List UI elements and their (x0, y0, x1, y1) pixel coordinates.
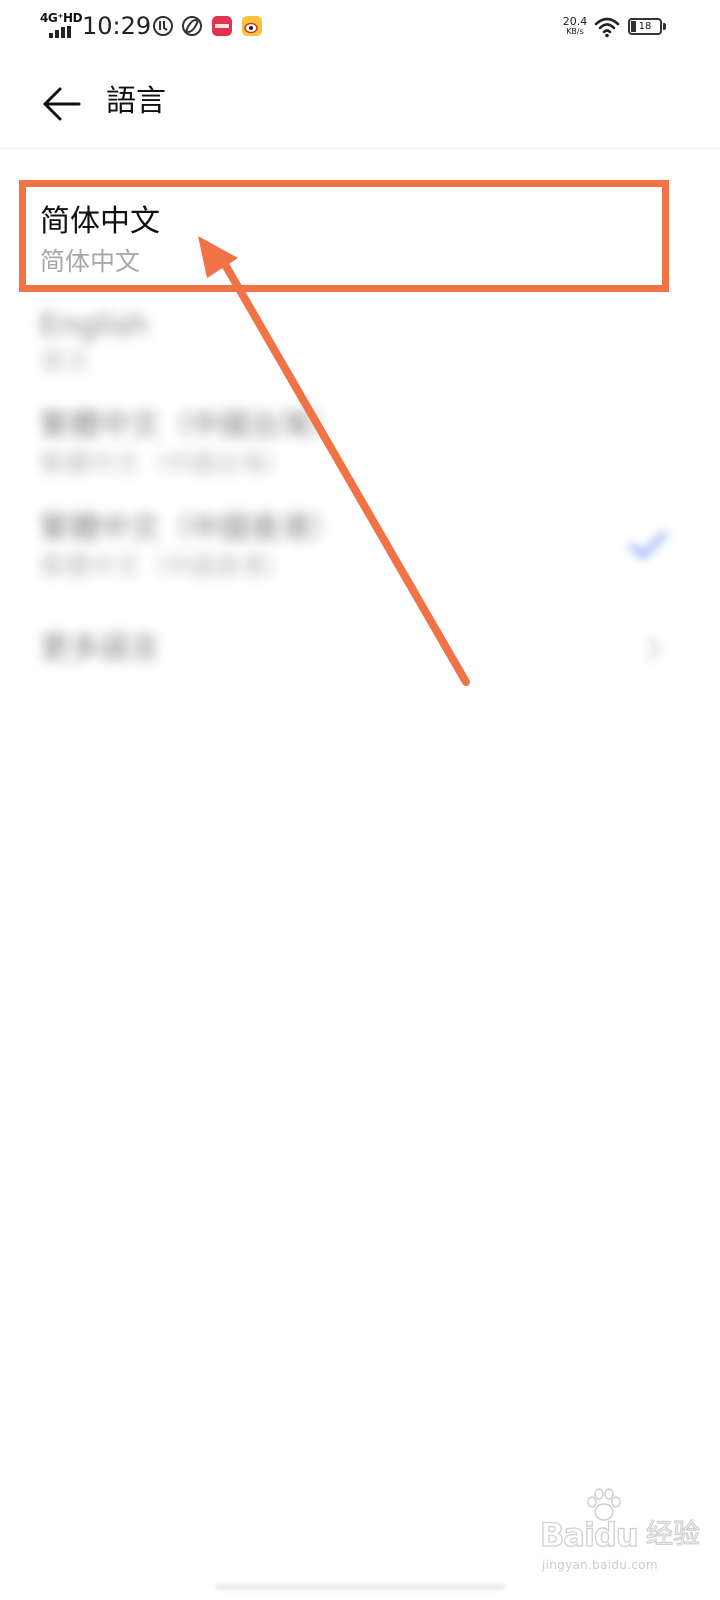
language-item-traditional-chinese-hongkong[interactable]: 繁體中文（中國香港） 繁體中文（中國香港） (0, 503, 720, 595)
language-label: 繁體中文（中國台灣） (40, 408, 340, 443)
home-indicator[interactable] (214, 1584, 506, 1590)
app-notification-icon (153, 16, 173, 36)
battery-cap (663, 23, 666, 30)
red-app-icon (212, 16, 232, 36)
page-title: 語言 (106, 84, 166, 119)
status-bar: 4G⁺HD 10:29 20.4 KB/s 18 (0, 0, 720, 56)
language-label: 繁體中文（中國香港） (40, 511, 340, 546)
weibo-icon (242, 16, 262, 36)
back-button[interactable] (36, 82, 88, 126)
language-label: 简体中文 (40, 204, 160, 239)
clock: 10:29 (82, 12, 152, 40)
language-sublabel: 繁體中文（中國香港） (40, 552, 291, 581)
language-sublabel: 英文 (40, 347, 91, 376)
watermark-logo: Baidu (539, 1515, 639, 1554)
language-item-simplified-chinese[interactable]: 简体中文 简体中文 (0, 198, 720, 288)
signal-icon (49, 26, 71, 38)
language-label: 更多語言 (40, 631, 160, 666)
language-item-more-languages[interactable]: 更多語言 (0, 625, 720, 681)
app-header: 語言 (0, 56, 720, 148)
sync-icon (182, 16, 202, 36)
battery-level: 18 (638, 21, 652, 32)
chevron-right-icon (647, 636, 662, 662)
language-sublabel: 简体中文 (40, 247, 141, 276)
language-item-english[interactable]: English 英文 (0, 300, 720, 390)
language-item-traditional-chinese-taiwan[interactable]: 繁體中文（中國台灣） 繁體中文（中國台灣） (0, 400, 720, 492)
network-type: 4G⁺HD (40, 11, 83, 25)
wifi-icon (594, 17, 620, 38)
header-divider (0, 148, 720, 149)
baidu-watermark: Baidu 经验 jingyan.baidu.com (539, 1488, 712, 1592)
network-speed: 20.4 KB/s (560, 16, 590, 36)
language-label: English (40, 308, 149, 343)
arrow-left-icon (43, 87, 81, 121)
watermark-url: jingyan.baidu.com (542, 1558, 658, 1572)
watermark-sub: 经验 (645, 1518, 700, 1550)
checkmark-icon (629, 531, 667, 559)
battery-icon: 18 (628, 18, 662, 35)
language-sublabel: 繁體中文（中國台灣） (40, 449, 291, 478)
network-speed-unit: KB/s (566, 27, 584, 36)
